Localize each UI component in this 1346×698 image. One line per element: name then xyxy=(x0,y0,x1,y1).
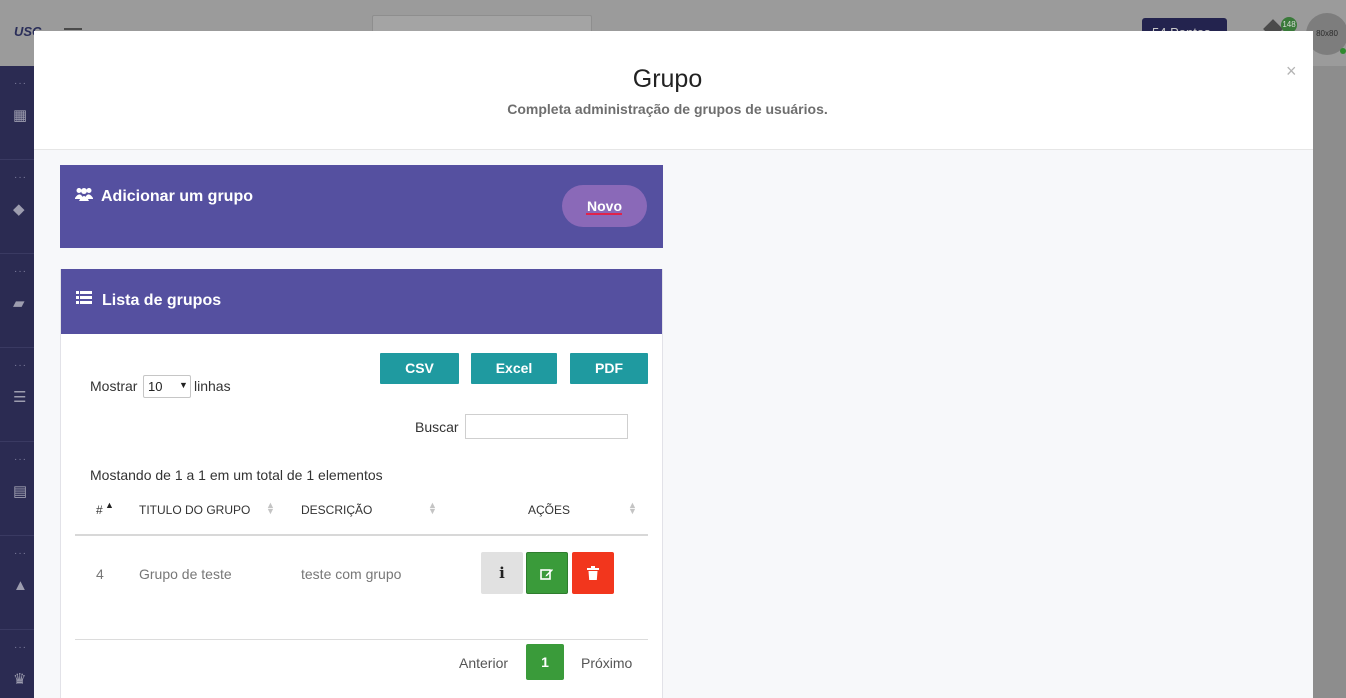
trophy-icon: ♛ xyxy=(13,671,27,688)
sidebar-item-trophies[interactable]: ··· ♛ xyxy=(0,630,34,698)
sort-icon[interactable]: ▲ ▼ xyxy=(428,501,437,516)
pagination-previous[interactable]: Anterior xyxy=(459,655,508,671)
info-icon: i xyxy=(499,564,505,582)
info-button[interactable]: i xyxy=(481,552,523,594)
column-header-actions[interactable]: AÇÕES xyxy=(528,503,570,517)
export-excel-button[interactable]: Excel xyxy=(471,353,557,384)
online-status-dot xyxy=(1340,48,1346,54)
search-label: Buscar xyxy=(415,419,459,435)
table-header-divider xyxy=(75,534,648,536)
separator-dots: ··· xyxy=(14,172,27,183)
pagination-next[interactable]: Próximo xyxy=(581,655,632,671)
page-title: Grupo xyxy=(632,65,703,93)
list-icon: ☰ xyxy=(13,389,27,406)
chevron-down-icon: ▼ xyxy=(179,380,188,390)
column-header-id[interactable]: # xyxy=(96,503,103,517)
close-icon[interactable]: × xyxy=(1286,61,1297,82)
spellcheck-underline xyxy=(586,213,622,215)
add-group-title: Adicionar um grupo xyxy=(101,188,253,205)
separator-dots: ··· xyxy=(14,454,27,465)
table-footer-divider xyxy=(75,639,648,640)
separator-dots: ··· xyxy=(14,548,27,559)
cell-id: 4 xyxy=(96,566,104,582)
sort-asc-icon[interactable]: ▲ xyxy=(105,501,114,510)
calendar-icon: ▤ xyxy=(13,483,28,500)
bell-icon: ▲ xyxy=(13,577,28,594)
book-icon: ▰ xyxy=(13,295,25,312)
page-backdrop xyxy=(1313,66,1346,698)
sort-icon[interactable]: ▲ ▼ xyxy=(266,501,275,516)
edit-icon xyxy=(540,565,554,582)
new-group-button[interactable]: Novo xyxy=(562,185,647,227)
trash-icon xyxy=(587,564,599,581)
list-icon xyxy=(76,291,92,308)
separator-dots: ··· xyxy=(14,360,27,371)
modal-header: Grupo Completa administração de grupos d… xyxy=(34,31,1313,150)
sidebar-item-notifications[interactable]: ··· ▲ xyxy=(0,536,34,630)
cell-description: teste com grupo xyxy=(301,566,402,582)
group-list-card: Lista de grupos CSV Excel PDF Mostrar 10… xyxy=(60,269,663,698)
edit-button[interactable] xyxy=(526,552,568,594)
sort-icon[interactable]: ▲ ▼ xyxy=(628,501,637,516)
users-icon xyxy=(75,187,93,205)
new-group-button-label: Novo xyxy=(587,198,622,214)
column-header-description[interactable]: DESCRIÇÃO xyxy=(301,503,372,517)
rows-per-page-value: 10 xyxy=(148,379,163,394)
sidebar-item-dashboard[interactable]: ··· ▦ xyxy=(0,66,34,160)
length-suffix-label: linhas xyxy=(194,378,231,394)
add-group-card: Adicionar um grupo Novo xyxy=(60,165,663,248)
separator-dots: ··· xyxy=(14,266,27,277)
graduation-cap-icon: ◆ xyxy=(13,201,25,218)
column-header-title[interactable]: TITULO DO GRUPO xyxy=(139,503,250,517)
sidebar-item-courses[interactable]: ··· ◆ xyxy=(0,160,34,254)
separator-dots: ··· xyxy=(14,642,27,653)
rows-per-page-select[interactable]: 10 ▼ xyxy=(143,375,191,398)
cell-title: Grupo de teste xyxy=(139,566,232,582)
app-sidebar: ··· ▦ ··· ◆ ··· ▰ ··· ☰ ··· ▤ ··· ▲ ··· … xyxy=(0,66,34,698)
search-input[interactable] xyxy=(465,414,628,439)
length-prefix-label: Mostrar xyxy=(90,378,138,394)
sidebar-item-books[interactable]: ··· ▰ xyxy=(0,254,34,348)
group-modal: Grupo Completa administração de grupos d… xyxy=(34,31,1313,698)
add-group-card-header: Adicionar um grupo Novo xyxy=(60,165,663,248)
delete-button[interactable] xyxy=(572,552,614,594)
export-pdf-button[interactable]: PDF xyxy=(570,353,648,384)
export-csv-button[interactable]: CSV xyxy=(380,353,459,384)
sidebar-item-list[interactable]: ··· ☰ xyxy=(0,348,34,442)
group-list-card-header: Lista de grupos xyxy=(61,269,662,334)
page-subtitle: Completa administração de grupos de usuá… xyxy=(507,101,828,117)
table-info: Mostando de 1 a 1 em um total de 1 eleme… xyxy=(90,467,383,483)
sidebar-item-calendar[interactable]: ··· ▤ xyxy=(0,442,34,536)
separator-dots: ··· xyxy=(14,78,27,89)
group-list-title: Lista de grupos xyxy=(102,292,222,309)
dashboard-icon: ▦ xyxy=(13,107,28,124)
pagination-page-current[interactable]: 1 xyxy=(526,644,564,680)
